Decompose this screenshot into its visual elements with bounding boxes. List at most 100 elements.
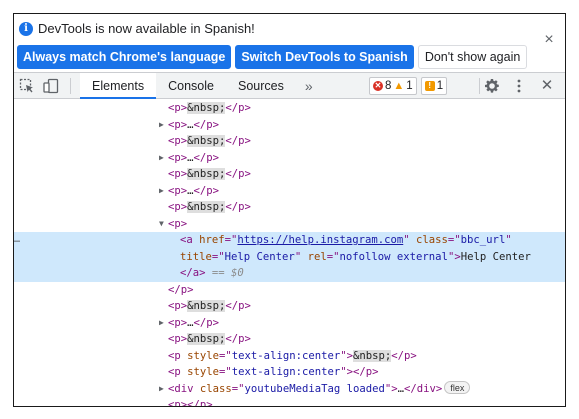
- tag-open: <p>: [168, 102, 188, 114]
- dom-node-p-partial[interactable]: <p></p>: [14, 397, 565, 406]
- tab-sources[interactable]: Sources: [226, 73, 296, 98]
- dom-node-p[interactable]: <p>&nbsp;</p>: [14, 133, 565, 150]
- expand-triangle-icon[interactable]: ▶: [159, 381, 164, 398]
- devtools-window: i DevTools is now available in Spanish! …: [13, 13, 566, 407]
- tag-open: <p>: [168, 333, 188, 345]
- dom-node-p[interactable]: <p>&nbsp;</p>: [14, 166, 565, 183]
- gutter-ellipsis[interactable]: …: [14, 232, 20, 249]
- attr-value: Help Center: [224, 250, 295, 263]
- entity: &nbsp;: [353, 349, 392, 362]
- settings-gear-icon[interactable]: [484, 78, 500, 94]
- entity: &nbsp;: [187, 300, 226, 312]
- attr-value: bbc_url: [460, 234, 506, 246]
- dom-node-p-styled[interactable]: <p style="text-align:center">&nbsp;</p>: [14, 348, 565, 365]
- dom-node-p[interactable]: <p>&nbsp;</p>: [14, 100, 565, 117]
- dom-node-p[interactable]: <p>&nbsp;</p>: [14, 331, 565, 348]
- error-counter[interactable]: ✕ 8 ▲ 1: [369, 77, 417, 95]
- tag-open: <a: [180, 234, 200, 246]
- tag-close: </p>: [187, 399, 213, 406]
- attr-name: style: [187, 366, 220, 378]
- entity: &nbsp;: [187, 201, 226, 213]
- dom-node-p-collapsed[interactable]: ▶ <p>…</p>: [14, 117, 565, 134]
- tag-close: </p>: [168, 283, 194, 296]
- attr-name: class: [416, 234, 448, 246]
- attr-value: youtubeMediaTag loaded: [244, 382, 385, 395]
- dont-show-again-button[interactable]: Don't show again: [417, 45, 528, 69]
- tag-open: <p>: [168, 399, 188, 406]
- attr-value: text-align:center: [231, 366, 341, 378]
- tag-close: </p>: [193, 151, 220, 164]
- tab-console[interactable]: Console: [156, 73, 226, 98]
- tag-open: <div: [168, 382, 200, 395]
- tag-open: <p>: [168, 184, 188, 197]
- attr-name: class: [199, 382, 232, 395]
- tag-close: </p>: [225, 201, 251, 213]
- panel-tabs: Elements Console Sources »: [80, 73, 322, 99]
- toolbar-divider: [70, 78, 71, 94]
- tag-close: </p>: [225, 168, 251, 180]
- tag-close: </p>: [225, 300, 251, 312]
- more-tabs-icon[interactable]: »: [296, 73, 322, 98]
- tag-close: </p>: [225, 333, 251, 345]
- dom-node-p-expanded[interactable]: ▼ <p>: [14, 216, 565, 233]
- always-match-language-button[interactable]: Always match Chrome's language: [17, 45, 232, 69]
- tag-close: </p>: [353, 366, 379, 378]
- dom-node-div-collapsed[interactable]: ▶ <div class="youtubeMediaTag loaded">…</…: [14, 380, 565, 398]
- toolbar-divider: [479, 78, 480, 94]
- dom-node-p[interactable]: <p>&nbsp;</p>: [14, 199, 565, 216]
- attr-value: nofollow external: [339, 250, 448, 263]
- text-node: Help Center: [460, 250, 531, 263]
- expand-triangle-icon[interactable]: ▶: [159, 150, 164, 167]
- devtools-toolbar: Elements Console Sources » ✕ 8 ▲ 1 ! 1 ✕: [14, 72, 565, 99]
- entity: &nbsp;: [187, 168, 226, 180]
- infobar-message-row: i DevTools is now available in Spanish!: [19, 21, 255, 36]
- dom-node-p-collapsed[interactable]: ▶ <p>…</p>: [14, 183, 565, 200]
- close-icon[interactable]: ✕: [539, 78, 555, 94]
- inspect-element-icon[interactable]: [19, 78, 35, 94]
- kebab-menu-icon[interactable]: [511, 78, 527, 94]
- tag-open: <p>: [168, 300, 188, 312]
- entity: &nbsp;: [187, 333, 226, 345]
- dom-node-p-close[interactable]: </p>: [14, 282, 565, 299]
- tag-open: <p: [168, 349, 188, 362]
- infobar-close-icon[interactable]: ×: [542, 32, 556, 48]
- switch-to-spanish-button[interactable]: Switch DevTools to Spanish: [235, 45, 414, 69]
- dom-node-p-styled[interactable]: <p style="text-align:center"></p>: [14, 364, 565, 381]
- tag-close: </p>: [193, 316, 220, 329]
- tag-open: <p>: [168, 135, 188, 147]
- dom-node-a-selected[interactable]: … <a href="https://help.instagram.com" cl…: [14, 232, 565, 249]
- tag-open: <p>: [168, 217, 188, 230]
- issues-count: 1: [436, 80, 444, 92]
- tag-close: </p>: [225, 102, 251, 114]
- flex-badge[interactable]: flex: [444, 380, 471, 394]
- entity: &nbsp;: [187, 102, 226, 114]
- tag-close: </p>: [225, 135, 251, 147]
- attr-name: title: [180, 250, 212, 263]
- attr-name: style: [187, 349, 220, 362]
- tab-elements[interactable]: Elements: [80, 73, 157, 99]
- attr-name: href: [199, 234, 225, 246]
- tag-close: </p>: [391, 349, 417, 362]
- tag-open: <p>: [168, 151, 188, 164]
- tag-close: </p>: [193, 118, 220, 131]
- issues-counter[interactable]: ! 1: [420, 77, 448, 95]
- expand-triangle-icon[interactable]: ▶: [159, 315, 164, 332]
- tag-open: <p>: [168, 118, 188, 131]
- device-toggle-icon[interactable]: [43, 78, 59, 94]
- selected-node-marker: == $0: [211, 267, 244, 279]
- expand-triangle-icon[interactable]: ▶: [159, 183, 164, 200]
- tag-open: <p>: [168, 201, 188, 213]
- expand-triangle-icon[interactable]: ▶: [159, 117, 164, 134]
- dom-node-p-collapsed[interactable]: ▶ <p>…</p>: [14, 315, 565, 332]
- tag-open: <p>: [168, 316, 188, 329]
- dom-node-p[interactable]: <p>&nbsp;</p>: [14, 298, 565, 315]
- warning-count: 1: [406, 80, 413, 92]
- href-link[interactable]: https://help.instagram.com: [237, 234, 403, 246]
- dom-node-p-collapsed[interactable]: ▶ <p>…</p>: [14, 150, 565, 167]
- collapse-triangle-icon[interactable]: ▼: [159, 216, 164, 233]
- dom-node-a-selected-end[interactable]: </a> == $0: [14, 265, 565, 282]
- attr-value: text-align:center: [231, 349, 341, 362]
- error-icon: ✕: [373, 81, 383, 91]
- tag-open: <p>: [168, 168, 188, 180]
- dom-node-a-selected-cont[interactable]: title="Help Center" rel="nofollow extern…: [14, 248, 565, 265]
